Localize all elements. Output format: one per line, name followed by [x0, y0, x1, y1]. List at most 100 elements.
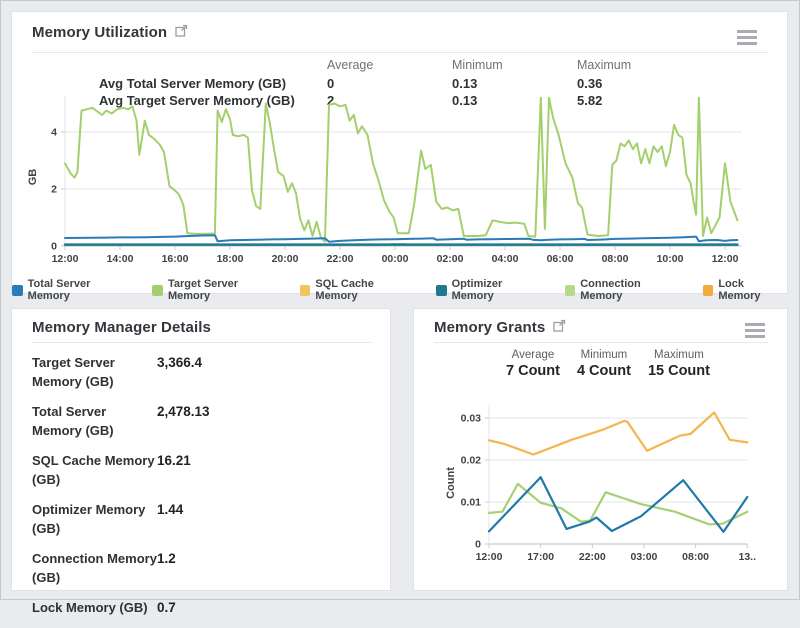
- panel-title: Memory Grants: [434, 319, 545, 336]
- memory-stat-label: Total Server Memory (GB): [32, 402, 157, 440]
- memory-stat-value: 2,478.13: [157, 402, 210, 440]
- panel-title: Memory Manager Details: [32, 319, 211, 336]
- memory-stat-label: SQL Cache Memory (GB): [32, 451, 157, 489]
- header-divider: [434, 342, 769, 343]
- grants-stat-value: 15 Count: [648, 363, 710, 379]
- svg-text:GB: GB: [27, 169, 39, 186]
- memory-stat-row: Connection Memory (GB)1.2: [32, 549, 376, 587]
- external-link-icon[interactable]: [175, 24, 188, 37]
- grants-stat-value: 4 Count: [577, 363, 631, 379]
- legend-label: Target Server Memory: [168, 278, 280, 302]
- svg-text:04:00: 04:00: [492, 253, 519, 265]
- legend-swatch: [703, 285, 714, 296]
- svg-text:08:00: 08:00: [602, 253, 629, 265]
- stats-column-header: Maximum: [577, 58, 732, 74]
- header-divider: [32, 52, 769, 53]
- external-link-icon[interactable]: [553, 319, 566, 332]
- memory-stat-row: Lock Memory (GB)0.7: [32, 598, 376, 617]
- legend-swatch: [152, 285, 163, 296]
- svg-text:Count: Count: [445, 467, 457, 499]
- memory-manager-rows: Target Server Memory (GB)3,366.4Total Se…: [32, 353, 376, 628]
- legend-item[interactable]: Optimizer Memory: [436, 278, 545, 302]
- svg-text:00:00: 00:00: [382, 253, 409, 265]
- svg-text:0.01: 0.01: [461, 497, 482, 509]
- grants-stat-header: Average: [506, 349, 560, 361]
- series-total-server-memory: [65, 235, 737, 242]
- stats-column-header: Minimum: [452, 58, 577, 74]
- svg-text:18:00: 18:00: [217, 253, 244, 265]
- stats-corner: [12, 58, 327, 74]
- legend-item[interactable]: Lock Memory: [703, 278, 787, 302]
- svg-text:17:00: 17:00: [527, 551, 554, 563]
- grants-stats: Average 7 Count Minimum 4 Count Maximum 15 Co…: [506, 349, 710, 379]
- svg-text:14:00: 14:00: [107, 253, 134, 265]
- svg-text:2: 2: [51, 184, 57, 196]
- legend-label: Connection Memory: [580, 278, 682, 302]
- memory-stat-label: Target Server Memory (GB): [32, 353, 157, 391]
- svg-text:22:00: 22:00: [579, 551, 606, 563]
- svg-text:10:00: 10:00: [657, 253, 684, 265]
- memory-grants-panel: Memory Grants Average 7 Count Minimum 4 Cou…: [413, 308, 788, 591]
- memory-stat-row: Optimizer Memory (GB)1.44: [32, 500, 376, 538]
- grants-stat-header: Minimum: [577, 349, 631, 361]
- panel-header: Memory Utilization: [32, 24, 769, 41]
- svg-text:02:00: 02:00: [437, 253, 464, 265]
- memory-manager-details-panel: Memory Manager Details Target Server Mem…: [11, 308, 391, 591]
- header-divider: [32, 342, 372, 343]
- stats-row-label: Avg Total Server Memory (GB): [12, 76, 327, 91]
- grants-stat-header: Maximum: [648, 349, 710, 361]
- menu-icon[interactable]: [745, 323, 765, 338]
- legend-item[interactable]: Connection Memory: [565, 278, 683, 302]
- legend-swatch: [436, 285, 447, 296]
- grants-stat-value: 7 Count: [506, 363, 560, 379]
- memory-stat-value: 3,366.4: [157, 353, 202, 391]
- legend-swatch: [565, 285, 576, 296]
- memory-grants-chart[interactable]: 00.010.020.0312:0017:0022:0003:0008:0013…: [424, 401, 782, 579]
- svg-text:13..: 13..: [738, 551, 756, 563]
- legend-item[interactable]: Target Server Memory: [152, 278, 279, 302]
- legend-item[interactable]: Total Server Memory: [12, 278, 132, 302]
- memory-utilization-chart[interactable]: 02412:0014:0016:0018:0020:0022:0000:0002…: [20, 92, 780, 274]
- svg-text:03:00: 03:00: [631, 551, 658, 563]
- legend-label: Total Server Memory: [28, 278, 133, 302]
- svg-text:12:00: 12:00: [476, 551, 503, 563]
- memory-stat-row: SQL Cache Memory (GB)16.21: [32, 451, 376, 489]
- svg-text:20:00: 20:00: [272, 253, 299, 265]
- panel-title: Memory Utilization: [32, 24, 167, 41]
- legend-swatch: [12, 285, 23, 296]
- legend-swatch: [300, 285, 311, 296]
- chart-legend: Total Server Memory Target Server Memory S…: [12, 278, 787, 302]
- svg-text:06:00: 06:00: [547, 253, 574, 265]
- svg-text:0.02: 0.02: [461, 455, 482, 467]
- svg-text:12:00: 12:00: [712, 253, 739, 265]
- svg-text:12:00: 12:00: [52, 253, 79, 265]
- menu-icon[interactable]: [737, 30, 757, 45]
- memory-stat-row: Total Server Memory (GB)2,478.13: [32, 402, 376, 440]
- legend-item[interactable]: SQL Cache Memory: [300, 278, 416, 302]
- svg-text:4: 4: [51, 127, 57, 139]
- panel-header: Memory Manager Details: [32, 319, 372, 336]
- series-target-server-memory: [65, 98, 737, 242]
- memory-stat-value: 16.21: [157, 451, 191, 489]
- memory-stat-label: Connection Memory (GB): [32, 549, 157, 587]
- memory-stat-label: Lock Memory (GB): [32, 598, 157, 617]
- panel-header: Memory Grants: [434, 319, 769, 336]
- stats-column-header: Average: [327, 58, 452, 74]
- legend-label: SQL Cache Memory: [315, 278, 416, 302]
- svg-text:0: 0: [51, 241, 57, 253]
- stats-value: 0.13: [452, 76, 577, 91]
- memory-utilization-panel: Memory Utilization AverageMinimumMaximum…: [11, 11, 788, 294]
- series-orange-series: [489, 413, 747, 455]
- memory-stat-label: Optimizer Memory (GB): [32, 500, 157, 538]
- svg-text:0: 0: [475, 539, 481, 551]
- memory-stat-value: 1.44: [157, 500, 183, 538]
- svg-text:0.03: 0.03: [461, 413, 482, 425]
- grants-stat: Minimum 4 Count: [577, 349, 631, 379]
- legend-label: Lock Memory: [718, 278, 787, 302]
- grants-stat: Maximum 15 Count: [648, 349, 710, 379]
- svg-text:22:00: 22:00: [327, 253, 354, 265]
- dashboard: { "icons": { "external_link_icon": "open…: [0, 0, 800, 600]
- memory-stat-row: Target Server Memory (GB)3,366.4: [32, 353, 376, 391]
- stats-value: 0.36: [577, 76, 732, 91]
- legend-label: Optimizer Memory: [452, 278, 545, 302]
